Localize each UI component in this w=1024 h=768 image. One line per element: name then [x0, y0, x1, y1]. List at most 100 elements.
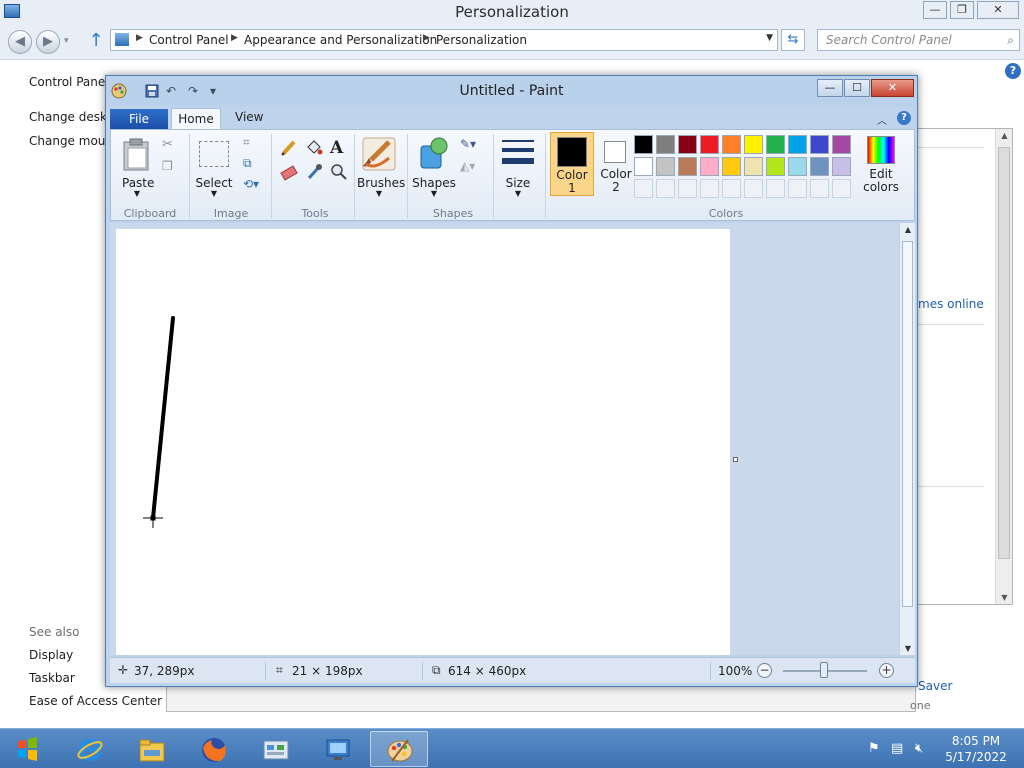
paste-dropdown-icon[interactable]: ▼: [122, 189, 152, 198]
palette-swatch[interactable]: [678, 135, 697, 154]
custom-color-slot[interactable]: [678, 179, 697, 198]
cp-close-button[interactable]: ✕: [977, 1, 1019, 19]
custom-color-slot[interactable]: [744, 179, 763, 198]
paste-icon[interactable]: [122, 138, 152, 172]
custom-color-slot[interactable]: [656, 179, 675, 198]
select-dropdown-icon[interactable]: ▼: [193, 189, 235, 198]
rotate-icon[interactable]: ⟲▾: [242, 176, 262, 196]
start-button-windows-icon[interactable]: [6, 732, 48, 766]
palette-swatch[interactable]: [656, 157, 675, 176]
paint-minimize-button[interactable]: —: [817, 79, 843, 97]
breadcrumb-control-panel[interactable]: Control Panel: [149, 33, 229, 47]
palette-swatch[interactable]: [722, 135, 741, 154]
refresh-button[interactable]: ⇆: [781, 29, 805, 51]
palette-swatch[interactable]: [744, 157, 763, 176]
color-picker-icon[interactable]: [304, 162, 324, 182]
cp-restore-button[interactable]: ❐: [950, 1, 974, 19]
cp-home-link[interactable]: Control Panel: [29, 75, 109, 89]
tab-view[interactable]: View: [235, 110, 263, 124]
scroll-down-icon[interactable]: ▼: [900, 644, 916, 653]
size-button[interactable]: Size: [498, 176, 538, 190]
search-input[interactable]: Search Control Panel ⌕: [817, 29, 1020, 51]
tab-home[interactable]: Home: [171, 108, 221, 130]
help-icon[interactable]: ?: [1005, 63, 1021, 79]
palette-swatch[interactable]: [634, 157, 653, 176]
palette-swatch[interactable]: [832, 157, 851, 176]
clock-date[interactable]: 5/17/2022: [940, 750, 1012, 764]
brushes-button[interactable]: Brushes: [357, 176, 405, 190]
clock-time[interactable]: 8:05 PM: [940, 734, 1012, 748]
zoom-in-button[interactable]: +: [879, 663, 894, 678]
taskbar-control-panel[interactable]: [246, 731, 304, 767]
magnifier-icon[interactable]: [329, 162, 349, 182]
volume-muted-icon[interactable]: 🔇︎: [915, 741, 923, 756]
recent-pages-button[interactable]: ▾: [64, 36, 69, 46]
palette-swatch[interactable]: [700, 135, 719, 154]
custom-color-slot[interactable]: [832, 179, 851, 198]
custom-color-slot[interactable]: [700, 179, 719, 198]
paint-maximize-button[interactable]: ☐: [844, 79, 870, 97]
color2-button[interactable]: Color 2: [595, 132, 635, 196]
tab-file[interactable]: File: [110, 109, 168, 129]
crop-icon[interactable]: ⌗: [242, 134, 262, 154]
select-icon[interactable]: [199, 141, 229, 167]
up-button[interactable]: ↑: [86, 30, 106, 52]
copy-icon[interactable]: ❐: [161, 158, 181, 178]
color1-button[interactable]: Color 1: [550, 132, 594, 196]
minimize-ribbon-icon[interactable]: ︿: [877, 112, 887, 127]
theme-list-scrollbar[interactable]: ▲ ▼: [995, 129, 1012, 604]
text-tool-icon[interactable]: A: [329, 137, 349, 158]
breadcrumb-personalization[interactable]: Personalization: [436, 33, 527, 47]
shapes-icon[interactable]: [417, 136, 451, 172]
screen-saver-link[interactable]: Saver: [918, 679, 952, 693]
scroll-thumb[interactable]: [998, 147, 1010, 559]
taskbar-remote-desktop[interactable]: [308, 731, 366, 767]
scroll-down-icon[interactable]: ▼: [996, 593, 1013, 602]
edit-colors-button[interactable]: Edit colors: [855, 134, 907, 194]
shape-fill-icon[interactable]: ◭▾: [459, 158, 479, 178]
eraser-icon[interactable]: [279, 162, 299, 182]
custom-color-slot[interactable]: [634, 179, 653, 198]
custom-color-slot[interactable]: [766, 179, 785, 198]
palette-swatch[interactable]: [766, 135, 785, 154]
ease-of-access-link[interactable]: Ease of Access Center: [29, 694, 162, 708]
taskbar-link[interactable]: Taskbar: [29, 671, 75, 685]
network-icon[interactable]: ▤: [891, 741, 903, 756]
change-mouse-link[interactable]: Change mous: [29, 134, 112, 148]
brushes-dropdown-icon[interactable]: ▼: [357, 189, 401, 198]
shapes-dropdown-icon[interactable]: ▼: [411, 189, 457, 198]
get-themes-online-link[interactable]: mes online: [918, 297, 984, 311]
custom-color-slot[interactable]: [810, 179, 829, 198]
outline-icon[interactable]: ✎▾: [459, 136, 479, 156]
brushes-icon[interactable]: [361, 136, 397, 172]
palette-swatch[interactable]: [832, 135, 851, 154]
pencil-icon[interactable]: [279, 138, 299, 158]
zoom-slider-thumb[interactable]: [820, 662, 828, 678]
resize-icon[interactable]: ⧉: [242, 155, 262, 175]
size-icon[interactable]: [501, 138, 535, 168]
custom-color-slot[interactable]: [788, 179, 807, 198]
palette-swatch[interactable]: [810, 135, 829, 154]
taskbar-file-explorer[interactable]: [122, 731, 180, 767]
select-button[interactable]: Select: [193, 176, 235, 190]
paste-button[interactable]: Paste: [122, 176, 154, 190]
palette-swatch[interactable]: [634, 135, 653, 154]
fill-icon[interactable]: [304, 138, 324, 158]
palette-swatch[interactable]: [678, 157, 697, 176]
palette-swatch[interactable]: [788, 157, 807, 176]
taskbar-firefox[interactable]: [184, 731, 242, 767]
taskbar-internet-explorer[interactable]: [60, 731, 118, 767]
cut-icon[interactable]: ✂: [161, 136, 181, 156]
breadcrumb-appearance[interactable]: Appearance and Personalization: [244, 33, 437, 47]
back-button[interactable]: ◀: [8, 30, 32, 54]
scroll-thumb[interactable]: [902, 241, 913, 607]
display-link[interactable]: Display: [29, 648, 73, 662]
palette-swatch[interactable]: [700, 157, 719, 176]
palette-swatch[interactable]: [810, 157, 829, 176]
address-bar[interactable]: ▶ Control Panel ▶ Appearance and Persona…: [110, 29, 778, 51]
drawing-canvas[interactable]: [116, 229, 730, 655]
cp-minimize-button[interactable]: —: [923, 1, 947, 19]
palette-swatch[interactable]: [788, 135, 807, 154]
zoom-out-button[interactable]: −: [757, 663, 772, 678]
address-dropdown-icon[interactable]: ▼: [766, 33, 773, 43]
